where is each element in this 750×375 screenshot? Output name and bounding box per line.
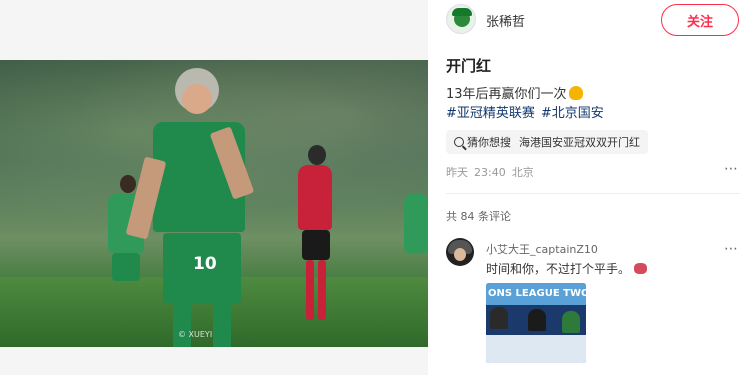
photo-watermark: © XUEYI <box>178 330 213 339</box>
post-location: 北京 <box>511 166 534 179</box>
commenter-avatar[interactable] <box>446 238 474 266</box>
player-green-right <box>404 175 428 325</box>
divider <box>446 193 740 194</box>
comment-more-icon[interactable]: ⋯ <box>724 241 739 257</box>
related-search-label: 猜你想搜 <box>467 136 511 149</box>
post-time: 23:40 <box>474 166 506 179</box>
tag-link[interactable]: #亚冠精英联赛 <box>446 106 535 121</box>
post-date: 昨天 <box>446 166 468 179</box>
follow-button[interactable]: 关注 <box>661 4 739 36</box>
post-body-text: 13年后再赢你们一次 <box>446 87 567 102</box>
flexed-biceps-icon <box>568 86 583 100</box>
comment-text: 时间和你，不过打个平手。 <box>486 260 648 277</box>
comment-count: 共 84 条评论 <box>446 210 511 223</box>
player-red <box>296 145 336 345</box>
search-icon <box>454 137 464 147</box>
related-search-chip[interactable]: 猜你想搜 海港国安亚冠双双开门红 <box>446 130 648 154</box>
jersey-number: 10 <box>193 254 217 274</box>
emoji-icon <box>634 263 648 274</box>
post-photo[interactable]: 10 © XUEYI <box>0 60 428 347</box>
comment-image[interactable]: ONS LEAGUE TWO <box>486 283 586 363</box>
tag-link[interactable]: #北京国安 <box>541 106 604 121</box>
author-name[interactable]: 张稀哲 <box>486 11 525 30</box>
author-avatar[interactable] <box>446 4 476 34</box>
comment-text-content: 时间和你，不过打个平手。 <box>486 262 631 276</box>
post-tags: #亚冠精英联赛 #北京国安 <box>446 102 610 121</box>
post-title: 开门红 <box>446 57 492 75</box>
comment-image-banner: ONS LEAGUE TWO <box>486 283 586 305</box>
post-detail-panel: 张稀哲 关注 开门红 13年后再赢你们一次 #亚冠精英联赛 #北京国安 猜你想搜 … <box>428 0 750 375</box>
commenter-name[interactable]: 小艾大王_captainZ10 <box>486 241 598 257</box>
media-panel: 10 © XUEYI <box>0 0 428 375</box>
more-options-icon[interactable]: ⋯ <box>724 161 739 177</box>
main-player: 10 <box>125 68 265 347</box>
post-body: 13年后再赢你们一次 <box>446 83 583 102</box>
post-meta: 昨天 23:40 北京 <box>446 164 540 180</box>
related-search-query: 海港国安亚冠双双开门红 <box>519 136 640 149</box>
